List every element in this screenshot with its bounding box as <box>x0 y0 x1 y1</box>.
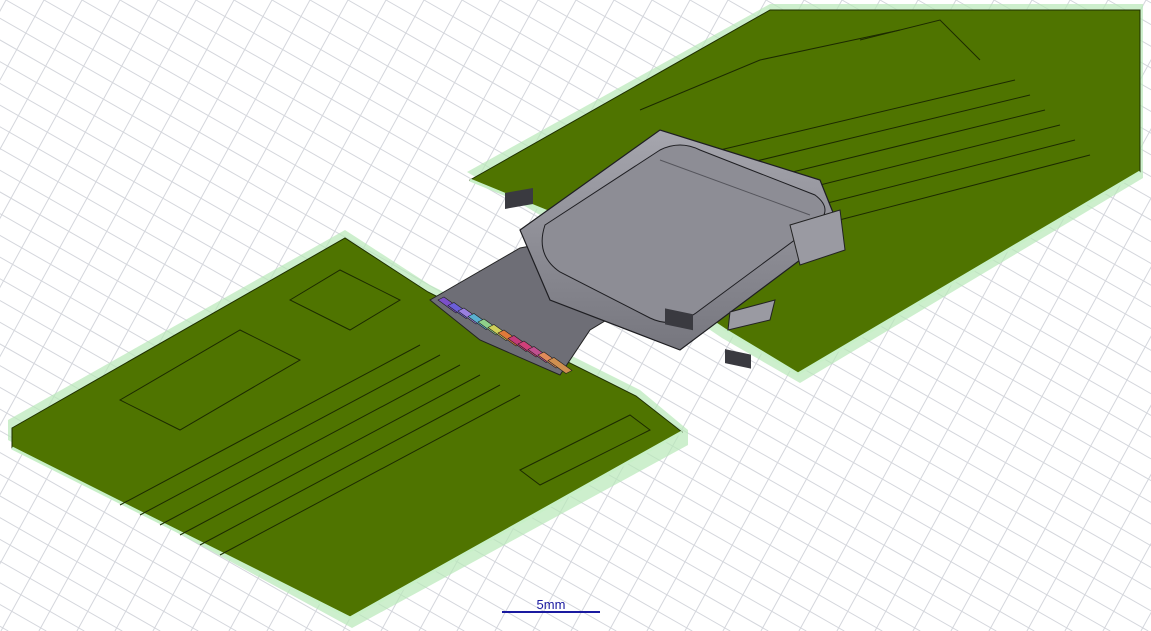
grid-line <box>0 625 9 631</box>
grid-line <box>0 603 47 631</box>
grid-line <box>0 0 7 12</box>
3d-scene[interactable] <box>0 0 1151 631</box>
grid-line <box>1145 0 1151 4</box>
grid-line <box>0 560 123 631</box>
cad-viewport[interactable]: 5mm <box>0 0 1151 631</box>
scale-bar-label: 5mm <box>536 597 566 612</box>
scale-bar <box>502 611 600 613</box>
